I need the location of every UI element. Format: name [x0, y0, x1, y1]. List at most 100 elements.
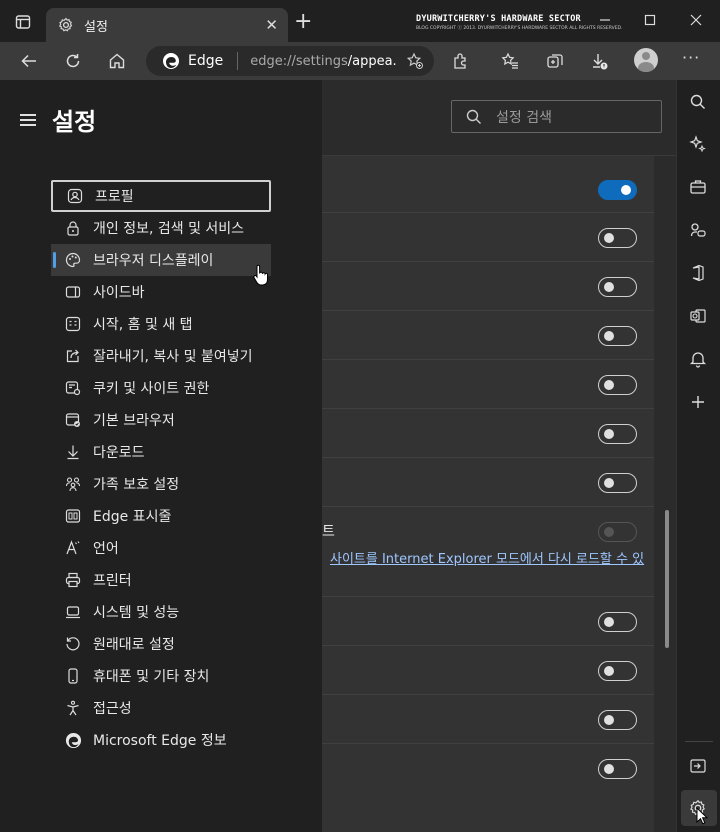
nav-item-start-home[interactable]: 시작, 홈 및 새 탭 [51, 308, 271, 340]
nav-label: Edge 표시줄 [93, 509, 172, 525]
setting-row-2 [322, 213, 654, 262]
toggle-switch[interactable] [598, 326, 637, 346]
sidebar-icon [63, 282, 83, 302]
games-icon[interactable] [687, 219, 709, 241]
settings-nav: 프로필 개인 정보, 검색 및 서비스 브라우저 디스플레이 사이드바 시작, … [51, 180, 271, 756]
discover-sparkle-icon[interactable] [687, 133, 709, 155]
back-icon[interactable] [18, 50, 40, 72]
nav-item-browser-display[interactable]: 브라우저 디스플레이 [51, 244, 271, 276]
title-bar: 설정 ✕ + DYURWITCHERRY'S HARDWARE SECTOR B… [0, 0, 720, 42]
home-icon[interactable] [106, 50, 128, 72]
settings-card: 트 사이트를 Internet Explorer 모드에서 다시 로드할 수 있 [322, 156, 654, 832]
nav-label: 시작, 홈 및 새 탭 [93, 317, 193, 333]
menu-icon[interactable] [20, 113, 36, 126]
lock-icon [63, 218, 83, 238]
toggle-switch[interactable] [598, 661, 637, 681]
add-favorite-icon[interactable] [406, 52, 424, 70]
setting-row-10 [322, 695, 654, 744]
nav-item-reset[interactable]: 원래대로 설정 [51, 628, 271, 660]
hand-cursor-icon [252, 264, 270, 286]
nav-item-family[interactable]: 가족 보호 설정 [51, 468, 271, 500]
ie-mode-link[interactable]: 사이트를 Internet Explorer 모드에서 다시 로드할 수 있 [330, 548, 644, 567]
nav-item-system[interactable]: 시스템 및 성능 [51, 596, 271, 628]
ie-mode-label: 트 [322, 524, 335, 540]
watermark-title: DYURWITCHERRY'S HARDWARE SECTOR [416, 14, 581, 24]
close-window-icon[interactable] [686, 10, 706, 30]
setting-row-5 [322, 360, 654, 409]
toggle-knob [604, 617, 614, 627]
nav-label: 쿠키 및 사이트 권한 [93, 381, 210, 397]
nav-item-edge-bar[interactable]: Edge 표시줄 [51, 500, 271, 532]
nav-item-cookies[interactable]: 쿠키 및 사이트 권한 [51, 372, 271, 404]
url-text[interactable]: edge://settings/appea... [250, 54, 398, 69]
maximize-icon[interactable] [640, 10, 660, 30]
nav-item-downloads[interactable]: 다운로드 [51, 436, 271, 468]
setting-row-8 [322, 597, 654, 646]
hide-sidebar-icon[interactable] [687, 755, 709, 777]
toggle-switch[interactable] [598, 612, 637, 632]
nav-label: 개인 정보, 검색 및 서비스 [93, 221, 245, 237]
close-tab-icon[interactable]: ✕ [265, 16, 278, 34]
new-tab-icon[interactable]: + [294, 11, 312, 33]
nav-item-phone[interactable]: 휴대폰 및 기타 장치 [51, 660, 271, 692]
nav-item-profile[interactable]: 프로필 [51, 180, 271, 212]
phone-icon [63, 666, 83, 686]
collections-icon[interactable] [544, 50, 566, 72]
nav-item-about[interactable]: Microsoft Edge 정보 [51, 724, 271, 756]
edge-bar-icon [63, 506, 83, 526]
toggle-switch[interactable] [598, 473, 637, 493]
edge-logo-icon [162, 52, 180, 70]
toggle-switch[interactable] [598, 710, 637, 730]
nav-label: 접근성 [93, 701, 132, 717]
notifications-bell-icon[interactable] [687, 348, 709, 370]
nav-label: 휴대폰 및 기타 장치 [93, 669, 210, 685]
nav-item-default-browser[interactable]: 기본 브라우저 [51, 404, 271, 436]
toolbar: Edge edge://settings/appea... ··· [0, 42, 720, 80]
tab-settings[interactable]: 설정 ✕ [46, 8, 288, 42]
profile-icon [65, 186, 85, 206]
search-placeholder: 설정 검색 [496, 109, 552, 126]
profile-avatar[interactable] [634, 48, 658, 72]
toggle-switch[interactable] [598, 375, 637, 395]
more-options-icon[interactable]: ··· [682, 48, 700, 67]
toggle-knob [621, 185, 631, 195]
nav-item-sidebar[interactable]: 사이드바 [51, 276, 271, 308]
toggle-knob [604, 380, 614, 390]
nav-item-languages[interactable]: 언어 [51, 532, 271, 564]
tab-title: 설정 [84, 19, 108, 35]
toggle-switch[interactable] [598, 277, 637, 297]
address-separator [237, 52, 239, 70]
settings-nav-drawer: 설정 프로필 개인 정보, 검색 및 서비스 브라우저 디스플레이 사이드바 시… [0, 80, 322, 832]
printer-icon [63, 570, 83, 590]
toggle-switch-on[interactable] [598, 180, 637, 200]
tools-briefcase-icon[interactable] [687, 176, 709, 198]
downloads-icon[interactable] [588, 50, 610, 72]
toggle-switch[interactable] [598, 228, 637, 248]
address-bar[interactable]: Edge edge://settings/appea... [146, 46, 434, 76]
nav-item-share-copy-paste[interactable]: 잘라내기, 복사 및 붙여넣기 [51, 340, 271, 372]
toggle-knob [604, 331, 614, 341]
default-browser-icon [63, 410, 83, 430]
outlook-icon[interactable] [687, 305, 709, 327]
scrollbar-thumb[interactable] [665, 510, 669, 648]
nav-label: Microsoft Edge 정보 [93, 733, 227, 749]
nav-item-privacy[interactable]: 개인 정보, 검색 및 서비스 [51, 212, 271, 244]
add-sidebar-app-icon[interactable] [687, 391, 709, 413]
watermark-subtitle: BLOG COPYRIGHT ⓒ 2013. DYURWITCHERRY'S H… [416, 26, 623, 31]
extensions-icon[interactable] [450, 50, 472, 72]
search-icon[interactable] [687, 91, 709, 113]
office-icon[interactable] [687, 262, 709, 284]
toggle-switch[interactable] [598, 424, 637, 444]
refresh-icon[interactable] [62, 50, 84, 72]
tab-actions-icon[interactable] [12, 12, 34, 32]
address-edge-label: Edge [188, 53, 224, 69]
nav-item-accessibility[interactable]: 접근성 [51, 692, 271, 724]
toggle-switch[interactable] [598, 759, 637, 779]
nav-label: 다운로드 [93, 445, 145, 461]
settings-search-input[interactable]: 설정 검색 [451, 100, 662, 133]
favorites-icon[interactable] [499, 50, 521, 72]
minimize-icon[interactable] [595, 10, 615, 30]
nav-item-printers[interactable]: 프린터 [51, 564, 271, 596]
arrow-cursor-icon [696, 807, 708, 825]
toggle-switch-disabled [598, 522, 637, 542]
